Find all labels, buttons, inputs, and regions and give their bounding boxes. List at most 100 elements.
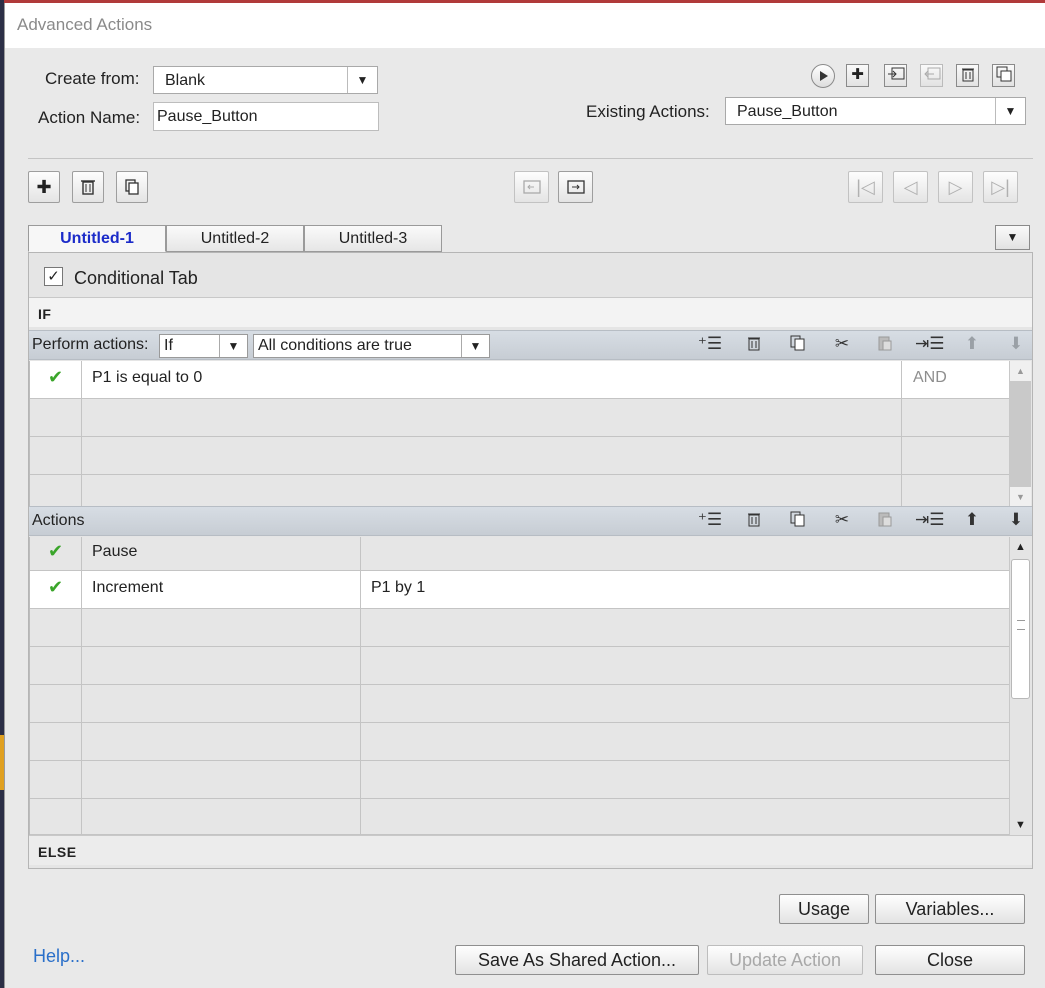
scroll-down-icon[interactable]: ▼: [1010, 815, 1031, 835]
cut-row-icon[interactable]: ✂: [829, 510, 855, 532]
else-section-header[interactable]: ELSE: [29, 835, 1032, 865]
delete-row-icon[interactable]: [741, 334, 767, 356]
chevron-down-icon: ▼: [347, 67, 377, 93]
copy-row-icon[interactable]: [785, 510, 811, 532]
conditional-tab-checkbox[interactable]: ✓: [44, 267, 63, 286]
conditional-tab-label: Conditional Tab: [74, 268, 198, 288]
help-link[interactable]: Help...: [33, 946, 85, 967]
create-from-value: Blank: [165, 72, 206, 89]
chevron-down-icon: ▼: [219, 335, 247, 357]
save-as-shared-action-button[interactable]: Save As Shared Action...: [455, 945, 699, 975]
action-name: Increment: [82, 571, 361, 608]
check-icon: ✔: [30, 361, 82, 398]
next-tab-icon[interactable]: ▷: [938, 171, 973, 203]
advanced-actions-dialog: Advanced Actions Create from: Blank ▼ Ac…: [4, 3, 1045, 988]
variables-button[interactable]: Variables...: [875, 894, 1025, 924]
conditions-toolbar: Perform actions: If ▼ All conditions are…: [29, 330, 1032, 360]
action-params: [361, 537, 1010, 570]
usage-button[interactable]: Usage: [779, 894, 869, 924]
action-name-label: Action Name:: [38, 108, 141, 127]
table-row[interactable]: [30, 685, 1010, 723]
table-row[interactable]: ✔ Increment P1 by 1: [30, 571, 1010, 609]
tabs-menu-dropdown[interactable]: ▼: [995, 225, 1030, 250]
actions-label: Actions: [32, 512, 85, 529]
tab-untitled-1[interactable]: Untitled-1: [28, 225, 166, 252]
insert-row-below-icon[interactable]: ⇥☰: [915, 334, 944, 356]
existing-actions-dropdown[interactable]: Pause_Button ▼: [725, 97, 1026, 125]
else-label: ELSE: [38, 844, 77, 860]
condition-text: P1 is equal to 0: [82, 361, 902, 398]
existing-actions-value: Pause_Button: [737, 103, 838, 120]
perform-actions-label: Perform actions:: [32, 336, 149, 353]
table-row[interactable]: ✔ P1 is equal to 0 AND: [30, 361, 1010, 399]
create-from-label: Create from:: [45, 69, 140, 88]
copy-row-icon[interactable]: [785, 334, 811, 356]
scroll-up-icon[interactable]: ▲: [1010, 361, 1031, 381]
check-icon: ✔: [30, 571, 82, 608]
table-row[interactable]: ✔ Pause: [30, 537, 1010, 571]
table-row[interactable]: [30, 399, 1010, 437]
first-tab-icon[interactable]: |◁: [848, 171, 883, 203]
duplicate-decision-icon[interactable]: [116, 171, 148, 203]
chevron-down-icon: ▼: [461, 335, 489, 357]
perform-actions-value: If: [164, 337, 173, 354]
check-icon: ✔: [30, 537, 82, 570]
table-row[interactable]: [30, 761, 1010, 799]
actions-table: ✔ Pause ✔ Increment P1 by 1: [29, 537, 1010, 835]
action-params: P1 by 1: [371, 579, 426, 596]
conditions-type-dropdown[interactable]: All conditions are true ▼: [253, 334, 490, 358]
insert-row-icon[interactable]: ⁺☰: [697, 334, 723, 356]
table-row[interactable]: [30, 475, 1010, 507]
import-action-icon[interactable]: [884, 64, 907, 87]
conditions-scrollbar[interactable]: ▲ ▼: [1009, 361, 1031, 507]
insert-row-below-icon[interactable]: ⇥☰: [915, 510, 944, 532]
cut-row-icon[interactable]: ✂: [829, 334, 855, 356]
existing-actions-label: Existing Actions:: [586, 102, 710, 121]
actions-toolbar: Actions ⁺☰ ✂ ⇥☰ ⬆ ⬇: [29, 506, 1032, 536]
table-row[interactable]: [30, 437, 1010, 475]
conditions-table: ✔ P1 is equal to 0 AND: [29, 361, 1010, 507]
move-up-icon[interactable]: ⬆: [959, 334, 985, 356]
dialog-title: Advanced Actions: [5, 3, 1045, 48]
scrollbar-thumb[interactable]: [1011, 559, 1030, 699]
paste-row-icon[interactable]: [872, 334, 898, 356]
paste-row-icon[interactable]: [872, 510, 898, 532]
action-name-input[interactable]: Pause_Button: [153, 102, 379, 131]
export-action-icon[interactable]: [920, 64, 943, 87]
table-row[interactable]: [30, 647, 1010, 685]
new-action-icon[interactable]: ✚: [846, 64, 869, 87]
actions-scrollbar[interactable]: ▲ ▼: [1009, 537, 1031, 835]
condition-operator: AND: [913, 369, 947, 386]
action-name: Pause: [82, 537, 361, 570]
preview-icon[interactable]: [811, 64, 835, 88]
export-tab-icon[interactable]: [558, 171, 593, 203]
delete-row-icon[interactable]: [741, 510, 767, 532]
update-action-button[interactable]: Update Action: [707, 945, 863, 975]
chevron-down-icon: ▼: [995, 98, 1025, 124]
previous-tab-icon[interactable]: ◁: [893, 171, 928, 203]
add-decision-icon[interactable]: ✚: [28, 171, 60, 203]
create-from-dropdown[interactable]: Blank ▼: [153, 66, 378, 94]
move-down-icon[interactable]: ⬇: [1003, 510, 1029, 532]
last-tab-icon[interactable]: ▷|: [983, 171, 1018, 203]
table-row[interactable]: [30, 799, 1010, 835]
duplicate-action-icon[interactable]: [992, 64, 1015, 87]
insert-row-icon[interactable]: ⁺☰: [697, 510, 723, 532]
tab-untitled-3[interactable]: Untitled-3: [304, 225, 442, 252]
table-row[interactable]: [30, 723, 1010, 761]
separator: [28, 158, 1033, 159]
conditions-type-value: All conditions are true: [258, 337, 412, 354]
import-tab-icon[interactable]: [514, 171, 549, 203]
tab-untitled-2[interactable]: Untitled-2: [166, 225, 304, 252]
if-section-header: IF: [29, 297, 1032, 327]
delete-decision-icon[interactable]: [72, 171, 104, 203]
perform-actions-dropdown[interactable]: If ▼: [159, 334, 248, 358]
move-up-icon[interactable]: ⬆: [959, 510, 985, 532]
table-row[interactable]: [30, 609, 1010, 647]
if-label: IF: [38, 306, 52, 322]
move-down-icon[interactable]: ⬇: [1003, 334, 1029, 356]
close-button[interactable]: Close: [875, 945, 1025, 975]
scroll-up-icon[interactable]: ▲: [1010, 537, 1031, 557]
delete-action-icon[interactable]: [956, 64, 979, 87]
scroll-down-icon[interactable]: ▼: [1010, 487, 1031, 507]
